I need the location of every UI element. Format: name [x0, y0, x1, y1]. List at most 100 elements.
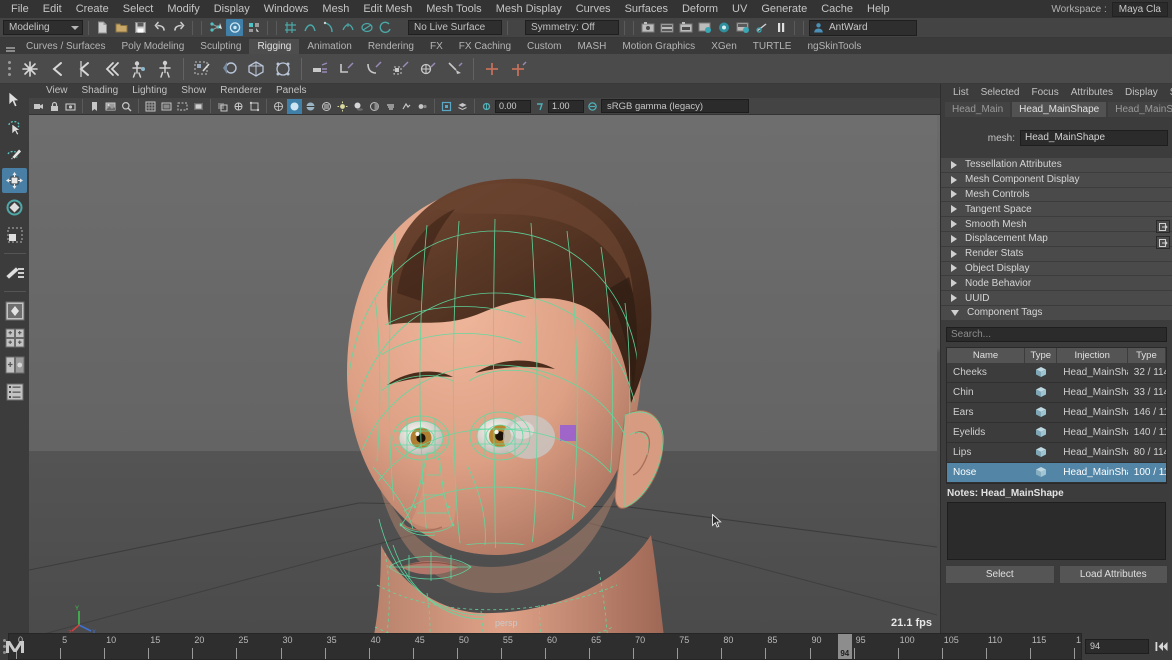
- render-settings-button[interactable]: [696, 19, 713, 36]
- menu-select[interactable]: Select: [116, 0, 161, 18]
- ae-menu-display[interactable]: Display: [1119, 84, 1164, 101]
- shelf-tab-turtle[interactable]: TURTLE: [745, 39, 800, 54]
- paint-skin-weights-icon[interactable]: [189, 56, 215, 82]
- menu-set-selector[interactable]: Modeling: [3, 20, 83, 35]
- column-header-type-count[interactable]: Type Cou: [1128, 348, 1166, 363]
- section-uuid[interactable]: UUID: [941, 291, 1172, 306]
- node-name-field[interactable]: Head_MainShape: [1020, 130, 1168, 146]
- select-by-component-button[interactable]: [245, 19, 262, 36]
- table-row[interactable]: Eyelids Head_MainShap... 140 / 11: [947, 423, 1166, 443]
- symmetry-chevron[interactable]: [513, 19, 523, 36]
- grid-toggle-icon[interactable]: [143, 99, 158, 114]
- viewport-menu-view[interactable]: View: [39, 84, 75, 98]
- use-default-light-icon[interactable]: [335, 99, 350, 114]
- lock-camera-icon[interactable]: [47, 99, 62, 114]
- menu-edit[interactable]: Edit: [36, 0, 69, 18]
- shelf-icons-grip[interactable]: [2, 56, 16, 82]
- section-mesh-component-display[interactable]: Mesh Component Display: [941, 173, 1172, 188]
- render-sequence-button[interactable]: [677, 19, 694, 36]
- render-view-button[interactable]: [734, 19, 751, 36]
- soft-modification-icon[interactable]: [361, 56, 387, 82]
- bind-skin-icon[interactable]: [125, 56, 151, 82]
- shelf-tab-mash[interactable]: MASH: [569, 39, 614, 54]
- two-d-pan-zoom-icon[interactable]: [119, 99, 134, 114]
- shelf-tab-ngskintools[interactable]: ngSkinTools: [799, 39, 869, 54]
- section-node-behavior[interactable]: Node Behavior: [941, 276, 1172, 291]
- snap-to-grid-button[interactable]: [282, 19, 299, 36]
- ae-menu-focus[interactable]: Focus: [1025, 84, 1064, 101]
- menu-display[interactable]: Display: [207, 0, 257, 18]
- cluster-deformer-icon[interactable]: [334, 56, 360, 82]
- ambient-occlusion-icon[interactable]: [367, 99, 382, 114]
- make-live-button[interactable]: [377, 19, 394, 36]
- isolate-select-icon[interactable]: [439, 99, 454, 114]
- user-account-selector[interactable]: AntWard: [809, 20, 917, 36]
- menu-generate[interactable]: Generate: [754, 0, 814, 18]
- xray-toggle-icon[interactable]: [215, 99, 230, 114]
- camera-attributes-icon[interactable]: [63, 99, 78, 114]
- ae-menu-show[interactable]: Show: [1164, 84, 1172, 101]
- ae-tab-head-mainshapeorig1[interactable]: Head_MainShapeOrig1: [1108, 102, 1172, 117]
- motion-blur-icon[interactable]: [383, 99, 398, 114]
- wire-deformer-icon[interactable]: [388, 56, 414, 82]
- insert-joint-icon[interactable]: [98, 56, 124, 82]
- pause-render-button[interactable]: [772, 19, 789, 36]
- menu-deform[interactable]: Deform: [675, 0, 725, 18]
- gate-mask-icon[interactable]: [191, 99, 206, 114]
- lasso-select-tool-icon[interactable]: [2, 114, 27, 139]
- save-scene-button[interactable]: [132, 19, 149, 36]
- xray-active-components-icon[interactable]: [247, 99, 262, 114]
- viewport-menu-show[interactable]: Show: [174, 84, 213, 98]
- smooth-skin-weights-icon[interactable]: [270, 56, 296, 82]
- workspace-selector[interactable]: Workspace : Maya Cla: [1051, 0, 1168, 18]
- shelf-tab-rendering[interactable]: Rendering: [360, 39, 422, 54]
- move-tool-icon[interactable]: [2, 168, 27, 193]
- table-row[interactable]: Lips Head_MainShap... 80 / 114: [947, 443, 1166, 463]
- wrap-deformer-icon[interactable]: [442, 56, 468, 82]
- snap-to-point-button[interactable]: [320, 19, 337, 36]
- menu-cache[interactable]: Cache: [814, 0, 860, 18]
- live-surface-field[interactable]: No Live Surface: [408, 20, 502, 35]
- copy-skin-weights-icon[interactable]: [243, 56, 269, 82]
- current-frame-field[interactable]: 94: [1085, 639, 1149, 654]
- last-tool-used-icon[interactable]: [2, 260, 27, 285]
- bookmark-icon[interactable]: [87, 99, 102, 114]
- ae-tab-head-mainshape[interactable]: Head_MainShape: [1012, 102, 1106, 117]
- select-camera-icon[interactable]: [31, 99, 46, 114]
- viewport-menu-lighting[interactable]: Lighting: [125, 84, 174, 98]
- color-space-selector[interactable]: sRGB gamma (legacy): [601, 99, 749, 113]
- snap-options-chevron[interactable]: [396, 19, 406, 36]
- shelf-tab-fx[interactable]: FX: [422, 39, 451, 54]
- detach-skin-icon[interactable]: [152, 56, 178, 82]
- menu-create[interactable]: Create: [69, 0, 116, 18]
- shelf-tab-custom[interactable]: Custom: [519, 39, 569, 54]
- menu-modify[interactable]: Modify: [160, 0, 206, 18]
- mirror-skin-weights-icon[interactable]: [216, 56, 242, 82]
- search-input[interactable]: Search...: [946, 327, 1167, 342]
- ae-menu-list[interactable]: List: [947, 84, 975, 101]
- resolution-gate-icon[interactable]: [175, 99, 190, 114]
- depth-of-field-icon[interactable]: [415, 99, 430, 114]
- column-header-type[interactable]: Type: [1025, 348, 1057, 363]
- view-transform-icon[interactable]: [585, 99, 600, 114]
- ae-menu-attributes[interactable]: Attributes: [1065, 84, 1119, 101]
- select-by-object-button[interactable]: [226, 19, 243, 36]
- exposure-icon[interactable]: [479, 99, 494, 114]
- presets-node-icon[interactable]: [1156, 236, 1170, 249]
- shelf-tab-animation[interactable]: Animation: [299, 39, 359, 54]
- blend-shape-icon[interactable]: [415, 56, 441, 82]
- menu-windows[interactable]: Windows: [257, 0, 316, 18]
- ik-spline-handle-icon[interactable]: [71, 56, 97, 82]
- exposure-value[interactable]: 0.00: [495, 100, 531, 113]
- undo-button[interactable]: [151, 19, 168, 36]
- table-row[interactable]: Chin Head_MainShap... 33 / 114: [947, 383, 1166, 403]
- shelf-tab-fx-caching[interactable]: FX Caching: [451, 39, 519, 54]
- select-button[interactable]: Select: [945, 565, 1055, 584]
- section-tangent-space[interactable]: Tangent Space: [941, 202, 1172, 217]
- menu-mesh-tools[interactable]: Mesh Tools: [419, 0, 488, 18]
- shelf-grip-handle[interactable]: [2, 41, 18, 54]
- irpr-button[interactable]: [658, 19, 675, 36]
- select-by-hierarchy-button[interactable]: [207, 19, 224, 36]
- display-layer-icon[interactable]: [455, 99, 470, 114]
- shadows-icon[interactable]: [351, 99, 366, 114]
